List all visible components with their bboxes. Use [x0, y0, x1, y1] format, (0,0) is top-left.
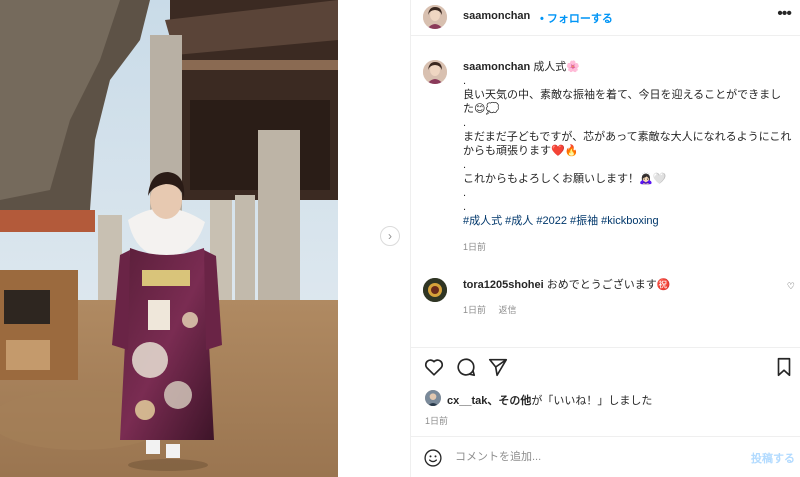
- caption-line: .: [463, 187, 467, 199]
- caption-line: まだまだ子どもですが、芯があって素敵な大人になれるようにこれからも頑張ります❤️…: [463, 131, 792, 157]
- comment-time[interactable]: 1日前: [463, 305, 486, 315]
- heart-icon[interactable]: [423, 356, 445, 378]
- post-photo[interactable]: [0, 0, 338, 477]
- comment-body: おめでとうございます㊗️: [546, 279, 671, 291]
- caption-text: saamonchan 成人式🌸 . 良い天気の中、素敵な振袖を着て、今日を迎える…: [463, 60, 793, 254]
- author-avatar[interactable]: [423, 5, 447, 29]
- separator-dot: •: [540, 13, 544, 25]
- likes-suffix: が「いいね！」しました: [531, 395, 653, 407]
- post-detail-panel: saamonchan • フォローする ••• saamonchan 成人式🌸 …: [410, 0, 800, 477]
- send-icon[interactable]: [487, 356, 509, 378]
- bookmark-icon[interactable]: [773, 356, 795, 378]
- author-username[interactable]: saamonchan: [463, 10, 530, 22]
- reply-button[interactable]: 返信: [499, 305, 517, 315]
- likes-text: cx__tak、その他が「いいね！」しました: [447, 392, 652, 408]
- post-comment-button[interactable]: 投稿する: [751, 450, 795, 466]
- commenter-username[interactable]: tora1205shohei: [463, 279, 544, 291]
- avatar-image: [425, 390, 441, 406]
- add-comment-bar: 投稿する: [411, 436, 800, 477]
- liker-avatar[interactable]: [425, 390, 441, 406]
- avatar-image: [423, 5, 447, 29]
- caption-username[interactable]: saamonchan: [463, 61, 530, 73]
- caption-line: た😊💭: [463, 103, 500, 115]
- comment-icon[interactable]: [455, 356, 477, 378]
- follow-label: フォローする: [546, 13, 613, 25]
- caption-hashtags[interactable]: #成人式 #成人 #2022 #振袖 #kickboxing: [463, 214, 793, 228]
- post-header: saamonchan • フォローする •••: [411, 0, 800, 36]
- caption-line: .: [463, 117, 467, 129]
- caption-line: これからもよろしくお願いします！🙇🏻‍♀️🤍: [463, 173, 667, 185]
- caption-time[interactable]: 1日前: [463, 240, 793, 254]
- caption-line: .: [463, 75, 467, 87]
- commenter-avatar[interactable]: [423, 278, 447, 302]
- caption-title: 成人式🌸: [533, 61, 581, 73]
- emoji-icon[interactable]: [423, 448, 443, 468]
- comment-text: tora1205shohei おめでとうございます㊗️: [463, 278, 783, 292]
- avatar-image: [423, 278, 447, 302]
- likes-others[interactable]: 、その他: [487, 395, 531, 407]
- caption-line: .: [463, 159, 467, 171]
- follow-button[interactable]: • フォローする: [540, 10, 613, 26]
- action-bar: [411, 347, 800, 387]
- comment-input[interactable]: [455, 447, 745, 467]
- more-horizontal-icon[interactable]: •••: [777, 6, 792, 22]
- chevron-right-icon: ›: [388, 229, 392, 243]
- comment-meta: 1日前 返信: [463, 303, 527, 316]
- liker-username[interactable]: cx__tak: [447, 395, 487, 407]
- carousel-next-button[interactable]: ›: [380, 226, 400, 246]
- caption-author-avatar[interactable]: [423, 60, 447, 84]
- post-time[interactable]: 1日前: [425, 414, 448, 427]
- comment-like-heart-icon[interactable]: ♡: [787, 281, 795, 292]
- caption-line: 良い天気の中、素敵な振袖を着て、今日を迎えることができまし: [463, 89, 782, 101]
- caption-line: .: [463, 201, 467, 213]
- kimono-photo-image: [0, 0, 338, 477]
- likes-summary: cx__tak、その他が「いいね！」しました: [411, 388, 800, 410]
- caption-block: saamonchan 成人式🌸 . 良い天気の中、素敵な振袖を着て、今日を迎える…: [411, 36, 800, 347]
- avatar-image: [423, 60, 447, 84]
